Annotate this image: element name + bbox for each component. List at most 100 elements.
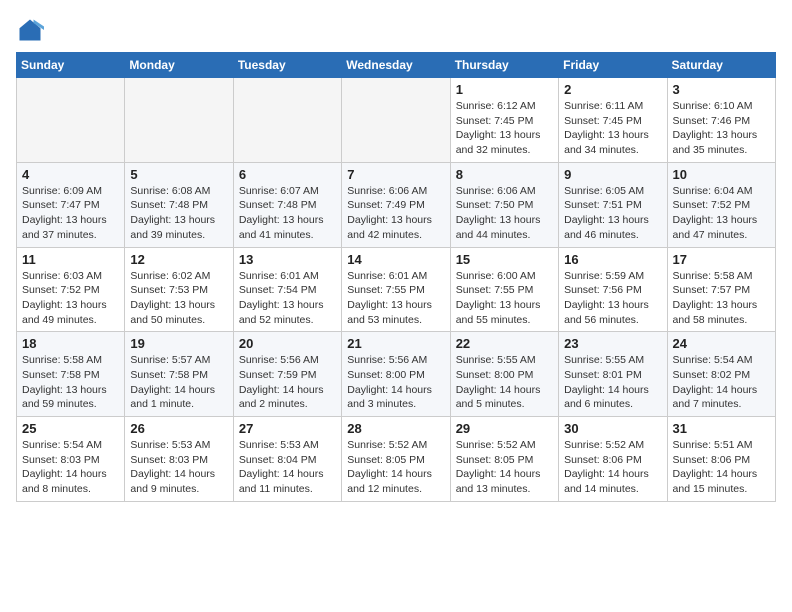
day-info: Sunrise: 6:04 AM Sunset: 7:52 PM Dayligh… bbox=[673, 184, 770, 243]
day-number: 5 bbox=[130, 167, 227, 182]
calendar-cell: 13 Sunrise: 6:01 AM Sunset: 7:54 PM Dayli… bbox=[233, 247, 341, 332]
day-number: 4 bbox=[22, 167, 119, 182]
day-number: 19 bbox=[130, 336, 227, 351]
day-info: Sunrise: 6:12 AM Sunset: 7:45 PM Dayligh… bbox=[456, 99, 553, 158]
day-number: 7 bbox=[347, 167, 444, 182]
day-info: Sunrise: 6:07 AM Sunset: 7:48 PM Dayligh… bbox=[239, 184, 336, 243]
calendar-body: 1Sunrise: 6:12 AM Sunset: 7:45 PM Daylig… bbox=[17, 78, 776, 502]
calendar-cell: 30 Sunrise: 5:52 AM Sunset: 8:06 PM Dayli… bbox=[559, 417, 667, 502]
calendar-cell: 28 Sunrise: 5:52 AM Sunset: 8:05 PM Dayli… bbox=[342, 417, 450, 502]
calendar-cell: 25Sunrise: 5:54 AM Sunset: 8:03 PM Dayli… bbox=[17, 417, 125, 502]
calendar-cell bbox=[17, 78, 125, 163]
day-info: Sunrise: 5:56 AM Sunset: 8:00 PM Dayligh… bbox=[347, 353, 444, 412]
logo-icon bbox=[16, 16, 44, 44]
day-number: 10 bbox=[673, 167, 770, 182]
day-info: Sunrise: 6:01 AM Sunset: 7:55 PM Dayligh… bbox=[347, 269, 444, 328]
day-info: Sunrise: 6:06 AM Sunset: 7:49 PM Dayligh… bbox=[347, 184, 444, 243]
day-number: 21 bbox=[347, 336, 444, 351]
day-number: 3 bbox=[673, 82, 770, 97]
calendar-cell: 7 Sunrise: 6:06 AM Sunset: 7:49 PM Daylig… bbox=[342, 162, 450, 247]
day-info: Sunrise: 5:55 AM Sunset: 8:01 PM Dayligh… bbox=[564, 353, 661, 412]
day-number: 20 bbox=[239, 336, 336, 351]
day-number: 8 bbox=[456, 167, 553, 182]
day-number: 12 bbox=[130, 252, 227, 267]
calendar-cell: 15 Sunrise: 6:00 AM Sunset: 7:55 PM Dayli… bbox=[450, 247, 558, 332]
day-info: Sunrise: 5:51 AM Sunset: 8:06 PM Dayligh… bbox=[673, 438, 770, 497]
weekday-header: Saturday bbox=[667, 53, 775, 78]
page-header bbox=[16, 16, 776, 44]
day-info: Sunrise: 5:52 AM Sunset: 8:05 PM Dayligh… bbox=[347, 438, 444, 497]
day-info: Sunrise: 5:52 AM Sunset: 8:05 PM Dayligh… bbox=[456, 438, 553, 497]
day-number: 24 bbox=[673, 336, 770, 351]
weekday-header: Friday bbox=[559, 53, 667, 78]
calendar-cell: 24 Sunrise: 5:54 AM Sunset: 8:02 PM Dayli… bbox=[667, 332, 775, 417]
calendar-cell: 31 Sunrise: 5:51 AM Sunset: 8:06 PM Dayli… bbox=[667, 417, 775, 502]
day-info: Sunrise: 6:00 AM Sunset: 7:55 PM Dayligh… bbox=[456, 269, 553, 328]
calendar-cell: 8 Sunrise: 6:06 AM Sunset: 7:50 PM Daylig… bbox=[450, 162, 558, 247]
calendar-cell: 21 Sunrise: 5:56 AM Sunset: 8:00 PM Dayli… bbox=[342, 332, 450, 417]
day-number: 30 bbox=[564, 421, 661, 436]
calendar-cell: 4Sunrise: 6:09 AM Sunset: 7:47 PM Daylig… bbox=[17, 162, 125, 247]
day-info: Sunrise: 5:56 AM Sunset: 7:59 PM Dayligh… bbox=[239, 353, 336, 412]
calendar-cell: 10 Sunrise: 6:04 AM Sunset: 7:52 PM Dayli… bbox=[667, 162, 775, 247]
day-info: Sunrise: 6:03 AM Sunset: 7:52 PM Dayligh… bbox=[22, 269, 119, 328]
day-info: Sunrise: 6:08 AM Sunset: 7:48 PM Dayligh… bbox=[130, 184, 227, 243]
day-number: 11 bbox=[22, 252, 119, 267]
day-number: 31 bbox=[673, 421, 770, 436]
day-number: 17 bbox=[673, 252, 770, 267]
day-number: 23 bbox=[564, 336, 661, 351]
day-number: 29 bbox=[456, 421, 553, 436]
weekday-header: Wednesday bbox=[342, 53, 450, 78]
day-number: 2 bbox=[564, 82, 661, 97]
calendar-cell: 19Sunrise: 5:57 AM Sunset: 7:58 PM Dayli… bbox=[125, 332, 233, 417]
calendar-cell: 22Sunrise: 5:55 AM Sunset: 8:00 PM Dayli… bbox=[450, 332, 558, 417]
day-number: 15 bbox=[456, 252, 553, 267]
calendar-cell: 29 Sunrise: 5:52 AM Sunset: 8:05 PM Dayli… bbox=[450, 417, 558, 502]
calendar-cell: 18 Sunrise: 5:58 AM Sunset: 7:58 PM Dayli… bbox=[17, 332, 125, 417]
calendar-cell: 27 Sunrise: 5:53 AM Sunset: 8:04 PM Dayli… bbox=[233, 417, 341, 502]
day-number: 26 bbox=[130, 421, 227, 436]
logo bbox=[16, 16, 48, 44]
day-number: 18 bbox=[22, 336, 119, 351]
day-info: Sunrise: 6:01 AM Sunset: 7:54 PM Dayligh… bbox=[239, 269, 336, 328]
calendar-cell bbox=[125, 78, 233, 163]
day-info: Sunrise: 5:52 AM Sunset: 8:06 PM Dayligh… bbox=[564, 438, 661, 497]
day-info: Sunrise: 6:06 AM Sunset: 7:50 PM Dayligh… bbox=[456, 184, 553, 243]
weekday-header: Thursday bbox=[450, 53, 558, 78]
day-info: Sunrise: 5:59 AM Sunset: 7:56 PM Dayligh… bbox=[564, 269, 661, 328]
day-info: Sunrise: 6:02 AM Sunset: 7:53 PM Dayligh… bbox=[130, 269, 227, 328]
calendar-week-row: 25Sunrise: 5:54 AM Sunset: 8:03 PM Dayli… bbox=[17, 417, 776, 502]
calendar-week-row: 4Sunrise: 6:09 AM Sunset: 7:47 PM Daylig… bbox=[17, 162, 776, 247]
day-info: Sunrise: 6:05 AM Sunset: 7:51 PM Dayligh… bbox=[564, 184, 661, 243]
calendar-table: SundayMondayTuesdayWednesdayThursdayFrid… bbox=[16, 52, 776, 502]
day-number: 14 bbox=[347, 252, 444, 267]
day-info: Sunrise: 5:54 AM Sunset: 8:02 PM Dayligh… bbox=[673, 353, 770, 412]
calendar-cell: 5 Sunrise: 6:08 AM Sunset: 7:48 PM Daylig… bbox=[125, 162, 233, 247]
calendar-cell: 6 Sunrise: 6:07 AM Sunset: 7:48 PM Daylig… bbox=[233, 162, 341, 247]
calendar-cell: 17 Sunrise: 5:58 AM Sunset: 7:57 PM Dayli… bbox=[667, 247, 775, 332]
calendar-cell: 12 Sunrise: 6:02 AM Sunset: 7:53 PM Dayli… bbox=[125, 247, 233, 332]
day-number: 22 bbox=[456, 336, 553, 351]
calendar-cell: 23 Sunrise: 5:55 AM Sunset: 8:01 PM Dayli… bbox=[559, 332, 667, 417]
day-number: 9 bbox=[564, 167, 661, 182]
calendar-cell: 14 Sunrise: 6:01 AM Sunset: 7:55 PM Dayli… bbox=[342, 247, 450, 332]
weekday-header: Monday bbox=[125, 53, 233, 78]
calendar-cell: 3 Sunrise: 6:10 AM Sunset: 7:46 PM Daylig… bbox=[667, 78, 775, 163]
calendar-cell bbox=[342, 78, 450, 163]
day-number: 27 bbox=[239, 421, 336, 436]
calendar-cell: 20 Sunrise: 5:56 AM Sunset: 7:59 PM Dayli… bbox=[233, 332, 341, 417]
calendar-week-row: 11 Sunrise: 6:03 AM Sunset: 7:52 PM Dayli… bbox=[17, 247, 776, 332]
day-number: 28 bbox=[347, 421, 444, 436]
day-number: 6 bbox=[239, 167, 336, 182]
day-info: Sunrise: 6:11 AM Sunset: 7:45 PM Dayligh… bbox=[564, 99, 661, 158]
day-info: Sunrise: 5:53 AM Sunset: 8:04 PM Dayligh… bbox=[239, 438, 336, 497]
day-info: Sunrise: 5:58 AM Sunset: 7:58 PM Dayligh… bbox=[22, 353, 119, 412]
calendar-week-row: 1Sunrise: 6:12 AM Sunset: 7:45 PM Daylig… bbox=[17, 78, 776, 163]
day-info: Sunrise: 6:10 AM Sunset: 7:46 PM Dayligh… bbox=[673, 99, 770, 158]
day-number: 13 bbox=[239, 252, 336, 267]
calendar-cell: 2 Sunrise: 6:11 AM Sunset: 7:45 PM Daylig… bbox=[559, 78, 667, 163]
calendar-header-row: SundayMondayTuesdayWednesdayThursdayFrid… bbox=[17, 53, 776, 78]
weekday-header: Sunday bbox=[17, 53, 125, 78]
day-info: Sunrise: 5:58 AM Sunset: 7:57 PM Dayligh… bbox=[673, 269, 770, 328]
calendar-cell: 16Sunrise: 5:59 AM Sunset: 7:56 PM Dayli… bbox=[559, 247, 667, 332]
